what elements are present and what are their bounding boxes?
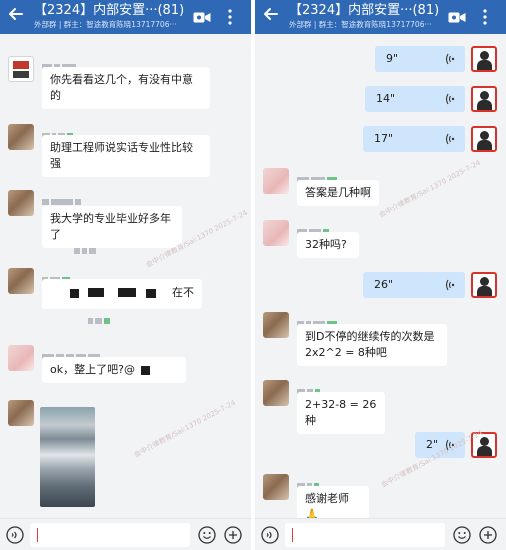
chat-title[interactable]: 【2324】内部安置···(81) (289, 3, 439, 19)
plus-icon[interactable] (224, 526, 242, 544)
text-caret (292, 528, 293, 542)
voice-message-icon (445, 133, 455, 145)
voice-message-icon (445, 93, 455, 105)
message-bubble[interactable]: 答案是几种啊 (297, 180, 379, 206)
chat-header: 【2324】内部安置···(81) 外部群 | 群主：智途教育陈晓1371770… (255, 0, 506, 34)
input-bar (255, 518, 506, 550)
sender-name (42, 56, 78, 70)
message-bubble[interactable]: 2+32-8 = 26种 (297, 392, 385, 434)
message-bubble[interactable]: ok，整上了吧?@ (42, 357, 186, 383)
message-list[interactable]: 9" 14" 17" 答案是几种啊 32种吗? 26" 到D不停的继续传的次数是… (255, 34, 506, 528)
message-bubble[interactable]: 在不 (42, 279, 202, 309)
more-vertical-icon[interactable] (227, 8, 233, 26)
message-text: 在不 (172, 286, 194, 299)
video-call-icon[interactable] (448, 11, 466, 24)
chat-header: 【2324】内部安置···(81) 外部群 | 群主：智途教育陈晓1371770… (0, 0, 251, 34)
sender-name (42, 125, 75, 139)
chat-subtitle: 外部群 | 群主：智途教育陈晓13717706··· (289, 20, 432, 29)
avatar[interactable] (471, 272, 497, 298)
message-input[interactable] (30, 523, 190, 547)
sender-name (297, 475, 321, 489)
watermark-text: 会中介律教育/Sai:1370 2025-7-24 (132, 398, 237, 460)
avatar[interactable] (471, 126, 497, 152)
chat-pane-right: 【2324】内部安置···(81) 外部群 | 群主：智途教育陈晓1371770… (255, 0, 506, 550)
chat-subtitle: 外部群 | 群主：智途教育陈晓13717706··· (34, 20, 177, 29)
blurred-system-text (88, 310, 112, 324)
voice-message-icon (445, 53, 455, 65)
voice-message-bubble[interactable]: 17" (363, 126, 465, 152)
voice-message-bubble[interactable]: 9" (375, 46, 465, 72)
voice-message-bubble[interactable]: 14" (365, 86, 465, 112)
sender-name (42, 346, 102, 360)
back-arrow-icon[interactable] (261, 4, 281, 24)
voice-duration: 14" (376, 92, 396, 105)
redacted-block (146, 289, 156, 298)
message-bubble[interactable]: 到D不停的继续传的次数是2x2^2 = 8种吧 (297, 324, 447, 366)
sender-name (42, 191, 83, 205)
chat-title[interactable]: 【2324】内部安置···(81) (34, 3, 184, 19)
blurred-system-text (74, 240, 98, 254)
message-bubble[interactable]: 我大学的专业毕业好多年了 (42, 206, 182, 248)
message-bubble[interactable]: 你先看看这几个，有没有中意的 (42, 67, 210, 109)
redacted-block (88, 288, 104, 297)
avatar[interactable] (8, 400, 34, 426)
message-bubble[interactable]: 助理工程师说实话专业性比较强 (42, 135, 210, 177)
voice-duration: 9" (386, 52, 399, 65)
avatar[interactable] (8, 268, 34, 294)
image-message[interactable] (40, 407, 95, 507)
voice-duration: 26" (374, 278, 394, 291)
message-list[interactable]: 你先看看这几个，有没有中意的 助理工程师说实话专业性比较强 我大学的专业毕业好多… (0, 34, 251, 518)
avatar[interactable] (8, 345, 34, 371)
sender-name (297, 381, 322, 395)
avatar[interactable] (471, 46, 497, 72)
message-bubble[interactable]: 32种吗? (297, 232, 359, 258)
text-caret (37, 528, 38, 542)
redacted-block (141, 365, 151, 375)
avatar[interactable] (263, 474, 289, 500)
video-call-icon[interactable] (193, 11, 211, 24)
back-arrow-icon[interactable] (6, 4, 26, 24)
redacted-block (70, 289, 79, 298)
input-bar (0, 518, 251, 550)
avatar[interactable] (263, 312, 289, 338)
sender-name (297, 221, 331, 235)
sender-name (297, 313, 339, 327)
avatar[interactable] (471, 86, 497, 112)
voice-input-icon[interactable] (261, 526, 279, 544)
message-input[interactable] (285, 523, 445, 547)
sender-name (42, 269, 72, 283)
plus-icon[interactable] (479, 526, 497, 544)
emoji-icon[interactable] (198, 526, 216, 544)
chat-pane-left: 【2324】内部安置···(81) 外部群 | 群主：智途教育陈晓1371770… (0, 0, 251, 550)
watermark-text: 会中介律教育/Sai:1370 2025-7-24 (377, 158, 482, 220)
emoji-icon[interactable] (453, 526, 471, 544)
redacted-block (118, 288, 136, 297)
avatar[interactable] (8, 124, 34, 150)
avatar[interactable] (8, 56, 34, 82)
more-vertical-icon[interactable] (482, 8, 488, 26)
voice-input-icon[interactable] (6, 526, 24, 544)
voice-message-icon (445, 279, 455, 291)
voice-message-bubble[interactable]: 26" (363, 272, 465, 298)
message-text: ok，整上了吧?@ (50, 363, 135, 376)
avatar[interactable] (8, 190, 34, 216)
sender-name (297, 169, 339, 183)
avatar[interactable] (263, 380, 289, 406)
avatar[interactable] (263, 168, 289, 194)
voice-duration: 17" (374, 132, 394, 145)
avatar[interactable] (263, 220, 289, 246)
